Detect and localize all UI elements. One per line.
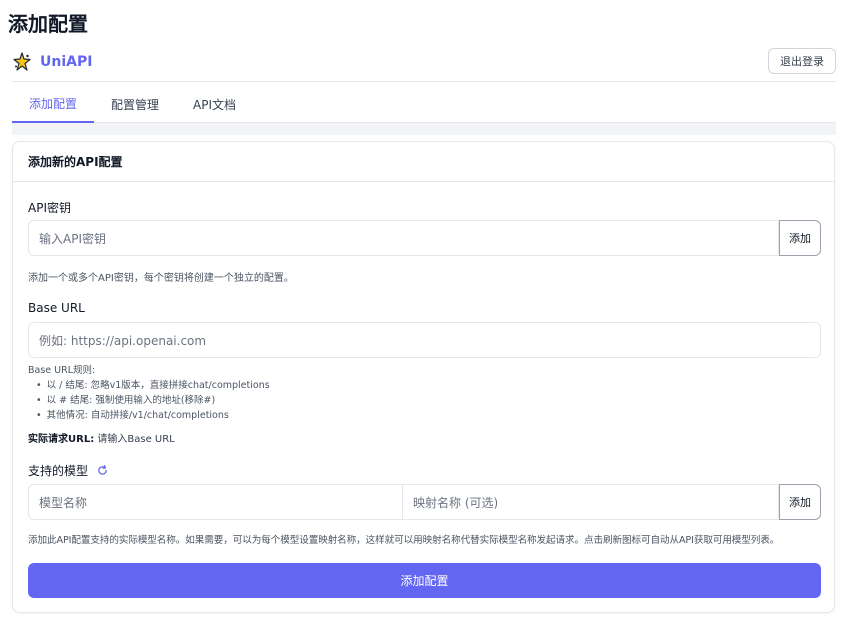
api-key-help: 添加一个或多个API密钥，每个密钥将创建一个独立的配置。 — [28, 273, 294, 284]
actual-request-url-label: 实际请求URL: — [28, 434, 95, 445]
brand-name: UniAPI — [40, 54, 93, 70]
sparkle-star-icon — [12, 52, 32, 72]
app-header: UniAPI 退出登录 — [12, 48, 836, 82]
add-model-button[interactable]: 添加 — [779, 484, 821, 520]
api-key-row: 输入API密钥 添加 — [28, 220, 821, 256]
brand[interactable]: UniAPI — [12, 52, 92, 72]
add-config-card: 添加新的API配置 API密钥 输入API密钥 添加 添加一个或多个API密钥，… — [12, 141, 835, 613]
actual-request-url: 实际请求URL: 请输入Base URL — [28, 430, 175, 445]
submit-add-config-button[interactable]: 添加配置 — [28, 563, 821, 598]
tab-add-config[interactable]: 添加配置 — [12, 85, 95, 123]
base-url-row: 例如: https://api.openai.com — [28, 322, 821, 358]
add-api-key-button[interactable]: 添加 — [779, 220, 821, 256]
base-url-rules-title: Base URL规则: — [28, 365, 96, 376]
tab-api-docs[interactable]: API文档 — [176, 85, 253, 123]
tab-config-management[interactable]: 配置管理 — [94, 85, 176, 123]
models-help: 添加此API配置支持的实际模型名称。如果需要，可以为每个模型设置映射名称，这样就… — [28, 535, 780, 546]
rule-item: 以 # 结尾: 强制使用输入的地址(移除#) — [36, 393, 270, 408]
rule-item: 其他情况: 自动拼接/v1/chat/completions — [36, 408, 270, 423]
content-background — [12, 123, 836, 135]
base-url-rules: Base URL规则: 以 / 结尾: 忽略v1版本，直接拼接chat/comp… — [28, 363, 270, 423]
model-name-input[interactable]: 模型名称 — [28, 484, 403, 520]
models-label-row: 支持的模型 — [28, 462, 108, 479]
card-header: 添加新的API配置 — [13, 142, 834, 182]
rule-item: 以 / 结尾: 忽略v1版本，直接拼接chat/completions — [36, 378, 270, 393]
logout-button[interactable]: 退出登录 — [768, 48, 836, 74]
api-key-input[interactable]: 输入API密钥 — [28, 220, 779, 256]
models-label: 支持的模型 — [28, 464, 89, 478]
tab-bar: 添加配置 配置管理 API文档 — [12, 85, 836, 123]
card-title: 添加新的API配置 — [28, 155, 123, 169]
refresh-icon[interactable] — [97, 464, 108, 479]
base-url-input[interactable]: 例如: https://api.openai.com — [28, 322, 821, 358]
actual-request-url-value: 请输入Base URL — [97, 434, 175, 445]
models-row: 模型名称 映射名称 (可选) 添加 — [28, 484, 821, 520]
page-title: 添加配置 — [8, 12, 88, 36]
api-key-label: API密钥 — [28, 201, 71, 215]
base-url-label: Base URL — [28, 301, 85, 315]
mapping-name-input[interactable]: 映射名称 (可选) — [403, 484, 779, 520]
submit-wrapper: 添加配置 — [28, 563, 821, 598]
